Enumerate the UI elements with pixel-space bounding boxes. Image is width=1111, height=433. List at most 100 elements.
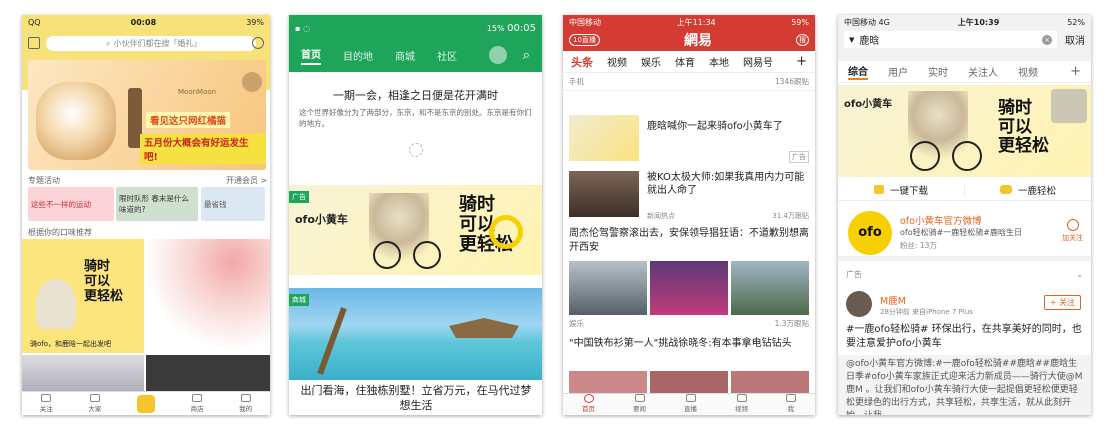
tab-live[interactable]: 直播: [684, 394, 697, 413]
collapse-icon[interactable]: ⌄: [1076, 270, 1083, 279]
section-title: 专题活动: [28, 176, 60, 185]
status-bar: ▪ ◌ 15% 00:05: [289, 15, 542, 41]
live-button[interactable]: 10直播: [569, 34, 600, 46]
clock: 上午11:34: [676, 17, 716, 27]
tab-home[interactable]: 首页: [582, 394, 595, 413]
tab-label: 直播: [684, 405, 697, 413]
ofo-ad-banner[interactable]: 广告 ofo小黄车 骑时 可以 更轻松: [289, 185, 542, 275]
tab-shop[interactable]: 商店: [191, 394, 204, 413]
battery: 39%: [246, 17, 264, 27]
activity-tile-1[interactable]: 这些不一样的运动: [28, 187, 114, 221]
news-item[interactable]: 鹿晗喊你一起来骑ofo小黄车了 广告: [569, 115, 809, 165]
fans-count: 粉丝: 13万: [900, 241, 937, 250]
vip-link[interactable]: 开通会员 >: [226, 175, 267, 186]
search-icon[interactable]: ⌕: [523, 48, 530, 63]
tab-video[interactable]: 视频: [607, 54, 627, 69]
header-bar: 中国移动 上午11:34 59% 10直播 網易 搜: [563, 15, 815, 51]
ofo-ad-banner[interactable]: ofo小黄车 骑时 可以 更轻松: [838, 85, 1091, 177]
tab-entertainment[interactable]: 娱乐: [641, 54, 661, 69]
dropdown-icon[interactable]: ▼: [849, 36, 854, 44]
tab-news[interactable]: 要闻: [633, 394, 646, 413]
tab-label: 关注: [39, 405, 53, 413]
video-overlay[interactable]: [1051, 89, 1087, 123]
tab-users[interactable]: 用户: [888, 64, 908, 79]
phone-screen-1: QQ 00:08 39% ⌕ 小伙伴们都在搜「婚礼」 MoonMoon 看见这只网…: [22, 15, 270, 415]
news-item[interactable]: 被KO太极大师:如果我真用内力可能就出人命了 新闻热点 31.4万跟贴: [569, 171, 809, 221]
source: 新闻热点: [647, 212, 675, 220]
tab-everyone[interactable]: 大家: [88, 394, 101, 413]
ofo-slogan: 骑时 可以 更轻松: [84, 259, 123, 304]
tab-label: 要闻: [633, 405, 646, 413]
message-icon[interactable]: [252, 37, 264, 49]
follow-account-button[interactable]: 加关注: [1062, 219, 1083, 243]
tab-sports[interactable]: 体育: [675, 54, 695, 69]
tile-label: 这些不一样的运动: [31, 199, 91, 209]
tab-video[interactable]: 视频: [735, 394, 748, 413]
tab-mine[interactable]: 我的: [239, 394, 252, 413]
resort-image[interactable]: 商城: [289, 288, 542, 380]
landscape-card[interactable]: [22, 355, 144, 395]
post-card[interactable]: M鹿M 28分钟前 来自iPhone 7 Plus + 关注 #一鹿ofo轻松骑…: [838, 287, 1091, 415]
tab-center[interactable]: [136, 395, 155, 413]
video-icon: [736, 394, 747, 402]
section-title: 根据你的口味推荐: [28, 228, 92, 237]
channel-tabs: 头条 视频 娱乐 体育 本地 网易号 +: [563, 51, 815, 73]
comment-count: 1346跟贴: [774, 77, 809, 86]
tab-general[interactable]: 综合: [848, 63, 868, 80]
activity-tile-2[interactable]: 限时队形 春末是什么味道的?: [116, 187, 198, 221]
prev-item-meta: 手机 1346跟贴: [563, 76, 815, 87]
home-icon: [583, 394, 594, 403]
tab-follow[interactable]: 关注: [40, 394, 53, 413]
ofo-link-button[interactable]: 一鹿轻松: [965, 183, 1091, 197]
source: 手机: [569, 77, 584, 86]
account-card[interactable]: ofo ofo小黄车官方微博 ofo轻松骑#一鹿轻松骑#鹿晗生日 粉丝: 13万…: [838, 205, 1091, 261]
source: 娱乐: [569, 319, 584, 328]
article-title[interactable]: 一期一会，相逢之日便是花开满时: [289, 87, 542, 103]
add-tab-icon[interactable]: +: [1070, 64, 1081, 79]
news-title: 鹿晗喊你一起来骑ofo小黄车了: [647, 121, 783, 132]
news-gallery[interactable]: [569, 261, 809, 315]
search-input[interactable]: ▼ 鹿晗 ×: [844, 31, 1057, 48]
tile-label: 限时队形 春末是什么味道的?: [119, 194, 189, 214]
promo-banner[interactable]: MoonMoon 看见这只网红橘猫 五月份大概会有好运发生吧!: [28, 60, 266, 170]
nav-home[interactable]: 首页: [301, 46, 321, 65]
gallery-image: [731, 371, 809, 393]
search-input[interactable]: ⌕ 小伙伴们都在搜「婚礼」: [46, 36, 256, 51]
tab-realtime[interactable]: 实时: [928, 64, 948, 79]
slogan-line: 骑时: [459, 194, 495, 215]
news-title: 被KO太极大师:如果我真用内力可能就出人命了: [647, 172, 805, 196]
calendar-icon[interactable]: [28, 37, 40, 49]
nav-mall[interactable]: 商城: [395, 48, 415, 63]
tab-local[interactable]: 本地: [709, 54, 729, 69]
slogan-line: 可以: [84, 274, 111, 289]
download-button[interactable]: 一键下载: [838, 182, 965, 197]
ad-badge: 广告: [289, 191, 309, 203]
search-button[interactable]: 搜: [795, 34, 809, 46]
tab-followed[interactable]: 关注人: [968, 64, 998, 79]
shop-title[interactable]: 出门看海，住独栋别墅！立省万元，在马代过梦想生活: [297, 383, 535, 413]
news-thumb: [569, 115, 639, 161]
news-icon: [634, 394, 645, 402]
tab-netease-account[interactable]: 网易号: [743, 54, 773, 69]
cancel-button[interactable]: 取消: [1065, 32, 1085, 47]
pink-tree-card[interactable]: [146, 239, 270, 353]
ofo-card[interactable]: 骑时 可以 更轻松 骑ofo，和鹿晗一起出发吧: [22, 239, 144, 353]
news-title[interactable]: "中国铁布衫第一人"挑战徐晓冬:有本事拿电钻钻头: [569, 337, 809, 351]
tab-headline[interactable]: 头条: [571, 54, 593, 70]
tab-video[interactable]: 视频: [1018, 64, 1038, 79]
news-title[interactable]: 周杰伦驾警察滚出去，安保领导猖狂语：不道歉别想离开西安: [569, 227, 809, 255]
activity-tile-3[interactable]: 最省钱: [201, 187, 265, 221]
add-channel-icon[interactable]: +: [796, 54, 807, 69]
clear-icon[interactable]: ×: [1042, 34, 1052, 45]
phone-screen-4: 中国移动 4G 上午10:39 52% ▼ 鹿晗 × 取消 综合 用户 实时 关…: [838, 15, 1091, 415]
follow-user-button[interactable]: + 关注: [1043, 295, 1081, 310]
nav-community[interactable]: 社区: [437, 48, 457, 63]
slogan-line: 骑时: [998, 98, 1032, 118]
nav-destination[interactable]: 目的地: [343, 48, 373, 63]
dark-card[interactable]: [146, 355, 270, 395]
tab-me[interactable]: 我: [786, 394, 796, 413]
chat-icon[interactable]: [488, 46, 507, 64]
clock: 00:08: [130, 17, 157, 27]
news-gallery[interactable]: [569, 371, 809, 393]
yellow-circle: [489, 215, 523, 249]
